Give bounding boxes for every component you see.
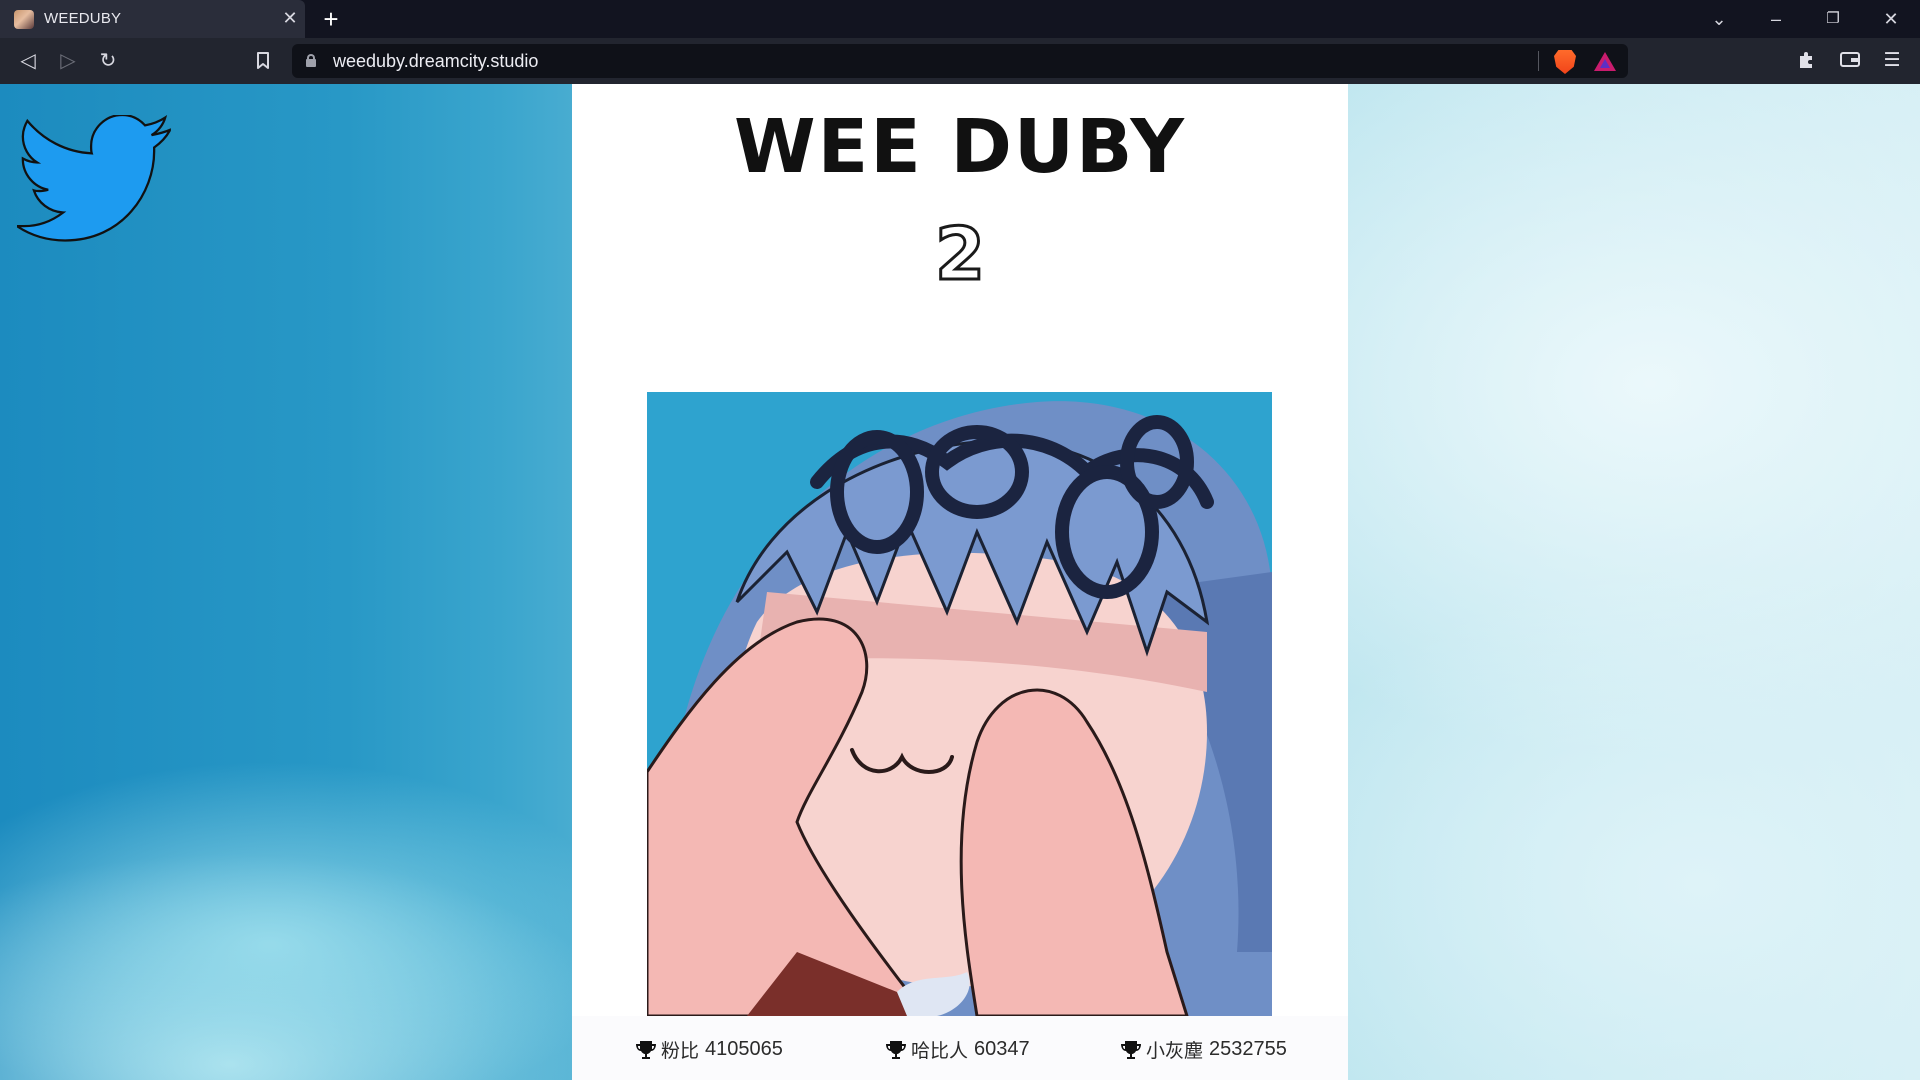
leaderboard-label: 哈比人 [911, 1040, 969, 1062]
page-subtitle: 2 [933, 211, 986, 298]
close-window-icon[interactable]: ✕ [1877, 6, 1905, 32]
trophy-icon [1121, 1040, 1141, 1059]
leaderboard-bar: 粉比 4105065 哈比人 60347 小灰塵 2532755 [572, 1016, 1348, 1080]
back-icon[interactable]: ◁ [15, 48, 41, 74]
address-bar[interactable]: weeduby.dreamcity.studio [292, 44, 1628, 78]
lock-icon[interactable] [306, 54, 316, 67]
address-bar-divider [1538, 51, 1539, 71]
leaderboard-score: 4105065 [705, 1038, 783, 1060]
twitter-bird-icon[interactable] [13, 113, 173, 245]
wallet-icon[interactable] [1838, 50, 1862, 72]
menu-hamburger-icon[interactable]: ☰ [1880, 50, 1904, 72]
bookmark-icon[interactable] [250, 48, 276, 74]
close-tab-icon[interactable]: ✕ [280, 8, 300, 28]
browser-tab[interactable]: WEEDUBY ✕ [0, 0, 305, 38]
browser-toolbar: ◁ ▷ ↻ weeduby.dreamcity.studio ☰ [0, 38, 1920, 84]
brave-shields-icon[interactable] [1554, 50, 1576, 74]
url-text: weeduby.dreamcity.studio [333, 51, 539, 71]
minimize-window-icon[interactable]: – [1762, 6, 1790, 32]
trophy-icon [636, 1040, 656, 1059]
leaderboard-score: 60347 [974, 1038, 1030, 1060]
browser-tab-bar: WEEDUBY ✕ + ⌄ – ❐ ✕ [0, 0, 1920, 38]
restore-window-icon[interactable]: ❐ [1819, 6, 1847, 32]
page-title: WEE DUBY [734, 104, 1186, 190]
leaderboard-entry: 小灰塵 2532755 [1120, 1036, 1287, 1063]
leaderboard-entry: 粉比 4105065 [635, 1036, 783, 1063]
new-tab-icon[interactable]: + [318, 6, 344, 32]
trophy-icon [886, 1040, 906, 1059]
forward-icon[interactable]: ▷ [55, 48, 81, 74]
reload-icon[interactable]: ↻ [95, 48, 121, 74]
content-panel: WEE DUBY 2 粉比 4105065 哈比人 60347 小灰塵 2532… [572, 84, 1348, 1080]
tab-search-chevron-icon[interactable]: ⌄ [1705, 6, 1733, 32]
clickable-artwork[interactable] [647, 392, 1272, 1016]
site-favicon-icon [14, 10, 34, 29]
tab-title: WEEDUBY [44, 10, 122, 27]
leaderboard-label: 小灰塵 [1146, 1040, 1204, 1062]
leaderboard-label: 粉比 [661, 1040, 700, 1062]
leaderboard-score: 2532755 [1209, 1038, 1287, 1060]
extensions-puzzle-icon[interactable] [1795, 50, 1819, 72]
leaderboard-entry: 哈比人 60347 [885, 1036, 1030, 1063]
page-background: WEE DUBY 2 粉比 4105065 哈比人 60347 小灰塵 2532… [0, 84, 1920, 1080]
brave-rewards-icon[interactable] [1594, 52, 1616, 71]
